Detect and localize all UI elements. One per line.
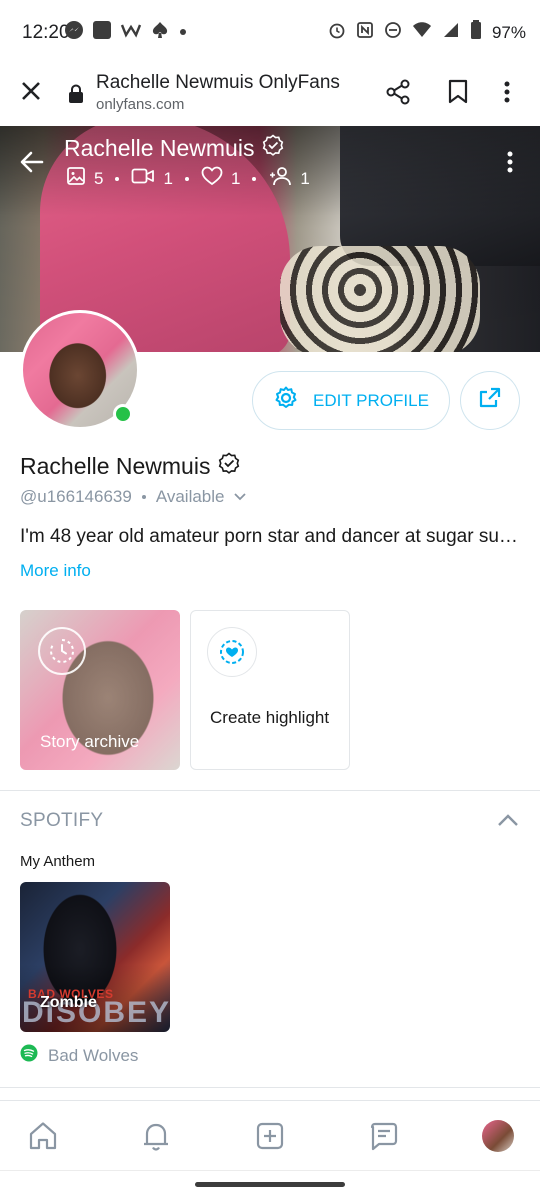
- dot-icon: [178, 24, 188, 42]
- likes-count: 1: [230, 168, 241, 188]
- story-archive-icon: [38, 627, 86, 675]
- alarm-icon: [328, 21, 346, 44]
- photo-icon: [66, 166, 86, 191]
- spotify-icon: [20, 1044, 38, 1067]
- heart-icon: [201, 166, 223, 191]
- cover-photo-pillow: [280, 246, 480, 352]
- home-icon[interactable]: [23, 1116, 63, 1156]
- bookmark-icon[interactable]: [446, 78, 470, 111]
- edit-profile-button[interactable]: EDIT PROFILE: [252, 371, 450, 430]
- chevron-up-icon[interactable]: [497, 812, 519, 833]
- profile-name-text: Rachelle Newmuis: [20, 452, 211, 479]
- messenger-icon: [64, 20, 84, 45]
- share-icon[interactable]: [384, 78, 412, 111]
- messages-icon[interactable]: [364, 1116, 404, 1156]
- battery-percent: 97%: [491, 22, 526, 42]
- anthem-label: My Anthem: [20, 853, 96, 870]
- fans-icon: [268, 166, 292, 191]
- cover-name-text: Rachelle Newmuis: [64, 134, 255, 161]
- availability-label: Available: [155, 487, 225, 506]
- signal-icon: [442, 21, 460, 44]
- status-bar: 12:20 97%: [0, 0, 540, 64]
- status-time: 12:20: [22, 22, 70, 43]
- create-highlight-label: Create highlight: [210, 708, 330, 727]
- story-archive-label: Story archive: [40, 732, 140, 751]
- more-info-link[interactable]: More info: [20, 561, 91, 581]
- online-status-dot: [113, 404, 133, 424]
- bell-icon[interactable]: [136, 1116, 176, 1156]
- profile-avatar-nav[interactable]: [482, 1120, 514, 1152]
- browser-toolbar: Rachelle Newmuis OnlyFans onlyfans.com: [0, 64, 540, 126]
- dnd-icon: [384, 21, 402, 44]
- video-icon: [131, 167, 155, 190]
- home-indicator[interactable]: [195, 1182, 345, 1187]
- photos-count: 5: [94, 168, 104, 188]
- app-square-icon: [92, 20, 112, 45]
- create-highlight-icon: [207, 627, 257, 677]
- overflow-menu-icon[interactable]: [502, 78, 512, 111]
- profile-bio: I'm 48 year old amateur porn star and da…: [20, 526, 525, 547]
- share-profile-button[interactable]: [460, 371, 520, 430]
- availability-dropdown[interactable]: Available: [156, 487, 247, 507]
- section-divider: [0, 790, 540, 791]
- chevron-down-icon: [233, 487, 247, 507]
- wifi-icon: [412, 21, 432, 44]
- notification-icons: [64, 20, 188, 45]
- close-icon[interactable]: [18, 78, 44, 104]
- page-url[interactable]: onlyfans.com: [96, 96, 184, 113]
- w-icon: [120, 21, 142, 44]
- section-divider: [0, 1087, 540, 1088]
- profile-subline: @u166146639 Available: [20, 487, 247, 507]
- fans-count: 1: [300, 168, 310, 188]
- page-title: Rachelle Newmuis OnlyFans: [96, 72, 340, 93]
- edit-profile-label: EDIT PROFILE: [313, 390, 429, 410]
- lock-icon: [68, 84, 84, 109]
- spotify-section-title: SPOTIFY: [20, 810, 104, 831]
- profile-handle: @u166146639: [20, 487, 132, 506]
- videos-count: 1: [163, 168, 173, 188]
- track-name: Zombie: [40, 994, 97, 1011]
- cover-stats: 5 1 1 1: [66, 166, 310, 191]
- verified-badge-icon: [262, 134, 284, 162]
- battery-icon: [470, 20, 482, 45]
- profile-name: Rachelle Newmuis: [20, 452, 240, 480]
- system-icons: 97%: [328, 20, 526, 45]
- gear-icon: [273, 385, 299, 416]
- share-arrow-icon: [477, 385, 503, 416]
- cover-name: Rachelle Newmuis: [64, 134, 284, 162]
- spade-icon: [150, 20, 170, 45]
- artist-name: Bad Wolves: [48, 1045, 139, 1065]
- artist-row[interactable]: Bad Wolves: [20, 1044, 138, 1067]
- cover-menu-icon[interactable]: [505, 148, 515, 181]
- verified-badge-icon: [218, 452, 240, 480]
- back-arrow-icon[interactable]: [18, 148, 46, 181]
- add-post-icon[interactable]: [250, 1116, 290, 1156]
- nfc-icon: [356, 21, 374, 44]
